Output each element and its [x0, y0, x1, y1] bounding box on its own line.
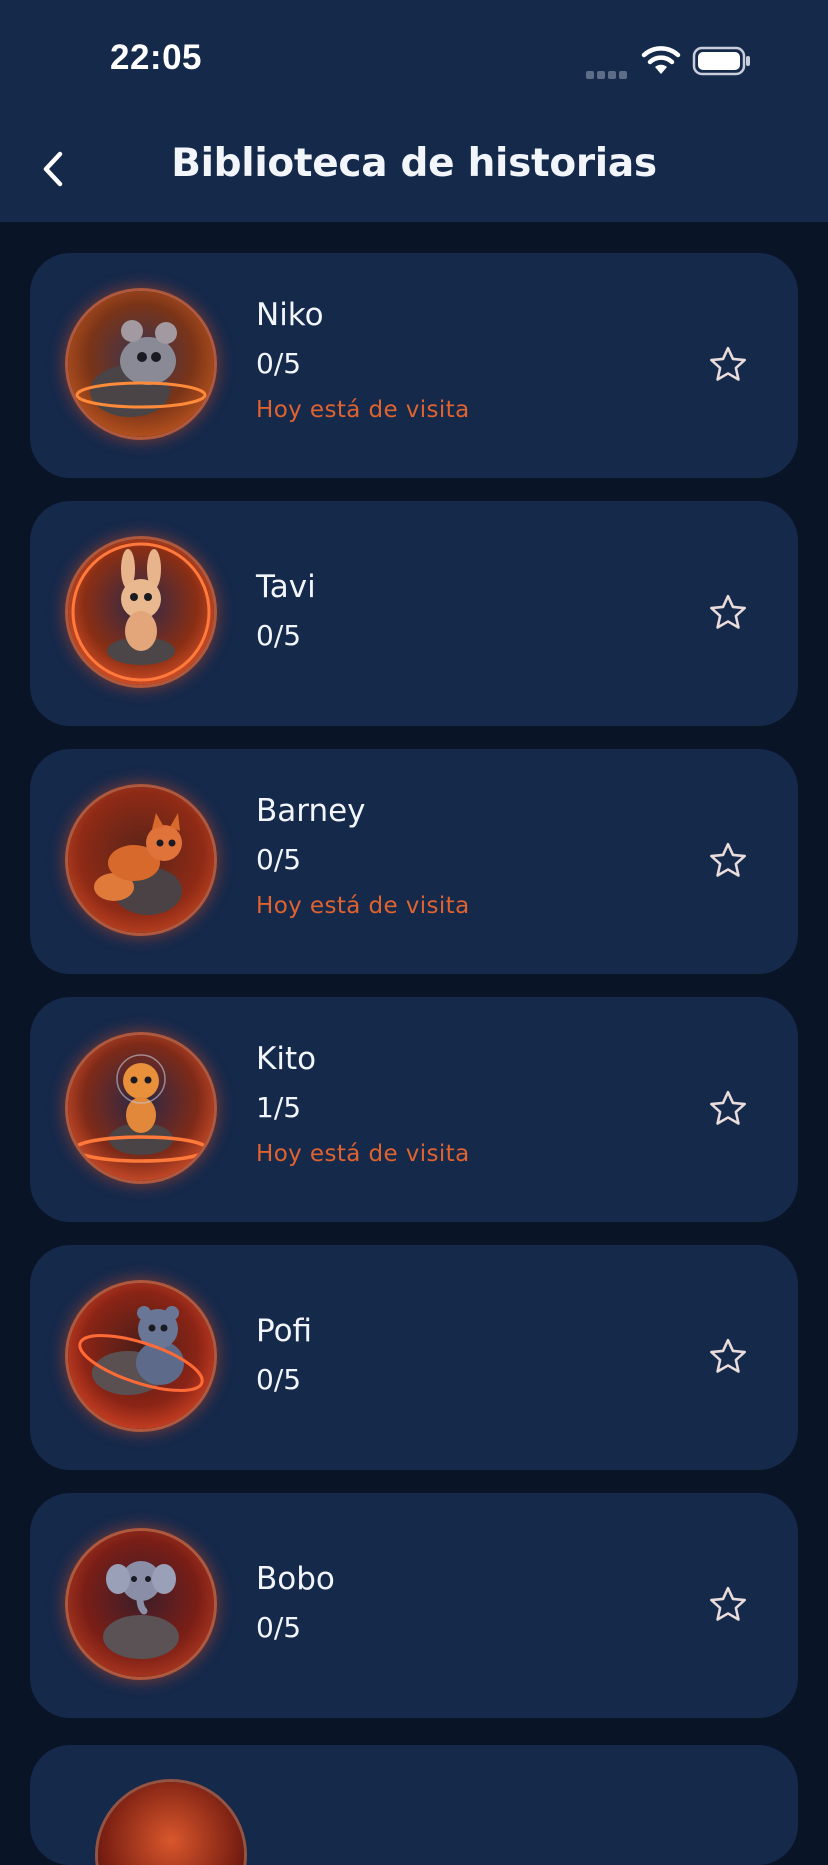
story-progress: 0/5 [256, 619, 302, 652]
story-progress: 0/5 [256, 1611, 302, 1644]
story-card-niko[interactable]: Niko 0/5 Hoy está de visita [30, 253, 798, 478]
story-progress: 0/5 [256, 843, 302, 876]
favorite-button[interactable] [706, 839, 750, 883]
favorite-button[interactable] [706, 1583, 750, 1627]
star-icon [710, 594, 746, 629]
page-title: Biblioteca de historias [171, 141, 657, 186]
favorite-button[interactable] [706, 591, 750, 635]
story-name: Bobo [256, 1561, 335, 1597]
story-name: Pofi [256, 1313, 313, 1349]
story-list: Niko 0/5 Hoy está de visita Tavi 0/5 Bar… [30, 253, 798, 1741]
tiger-avatar [68, 1035, 214, 1181]
story-card-bobo[interactable]: Bobo 0/5 [30, 1493, 798, 1718]
visit-label: Hoy está de visita [256, 893, 470, 919]
favorite-button[interactable] [706, 1087, 750, 1131]
star-icon [710, 1338, 746, 1373]
status-time: 22:05 [110, 38, 203, 77]
visit-label: Hoy está de visita [256, 397, 470, 423]
battery-icon [692, 46, 752, 80]
story-name: Tavi [256, 569, 316, 605]
story-card-barney[interactable]: Barney 0/5 Hoy está de visita [30, 749, 798, 974]
visit-label: Hoy está de visita [256, 1141, 470, 1167]
story-progress: 0/5 [256, 347, 302, 380]
elephant-avatar [68, 1531, 214, 1677]
favorite-button[interactable] [706, 1335, 750, 1379]
star-icon [710, 346, 746, 381]
bunny-avatar [68, 539, 214, 685]
star-icon [710, 1090, 746, 1125]
story-card-kito[interactable]: Kito 1/5 Hoy está de visita [30, 997, 798, 1222]
wifi-icon [641, 46, 681, 80]
story-card-partial[interactable] [30, 1745, 798, 1865]
mouse-avatar [68, 291, 214, 437]
story-name: Niko [256, 297, 324, 333]
star-icon [710, 842, 746, 877]
story-name: Kito [256, 1041, 317, 1077]
cellular-signal-icon [586, 64, 630, 79]
story-card-tavi[interactable]: Tavi 0/5 [30, 501, 798, 726]
story-progress: 0/5 [256, 1363, 302, 1396]
app-header: 22:05 Biblioteca de historias [0, 0, 828, 222]
story-name: Barney [256, 793, 366, 829]
favorite-button[interactable] [706, 343, 750, 387]
fox-avatar [68, 787, 214, 933]
bear-avatar [68, 1283, 214, 1429]
star-icon [710, 1586, 746, 1621]
story-card-pofi[interactable]: Pofi 0/5 [30, 1245, 798, 1470]
story-progress: 1/5 [256, 1091, 302, 1124]
story-avatar [98, 1782, 244, 1865]
